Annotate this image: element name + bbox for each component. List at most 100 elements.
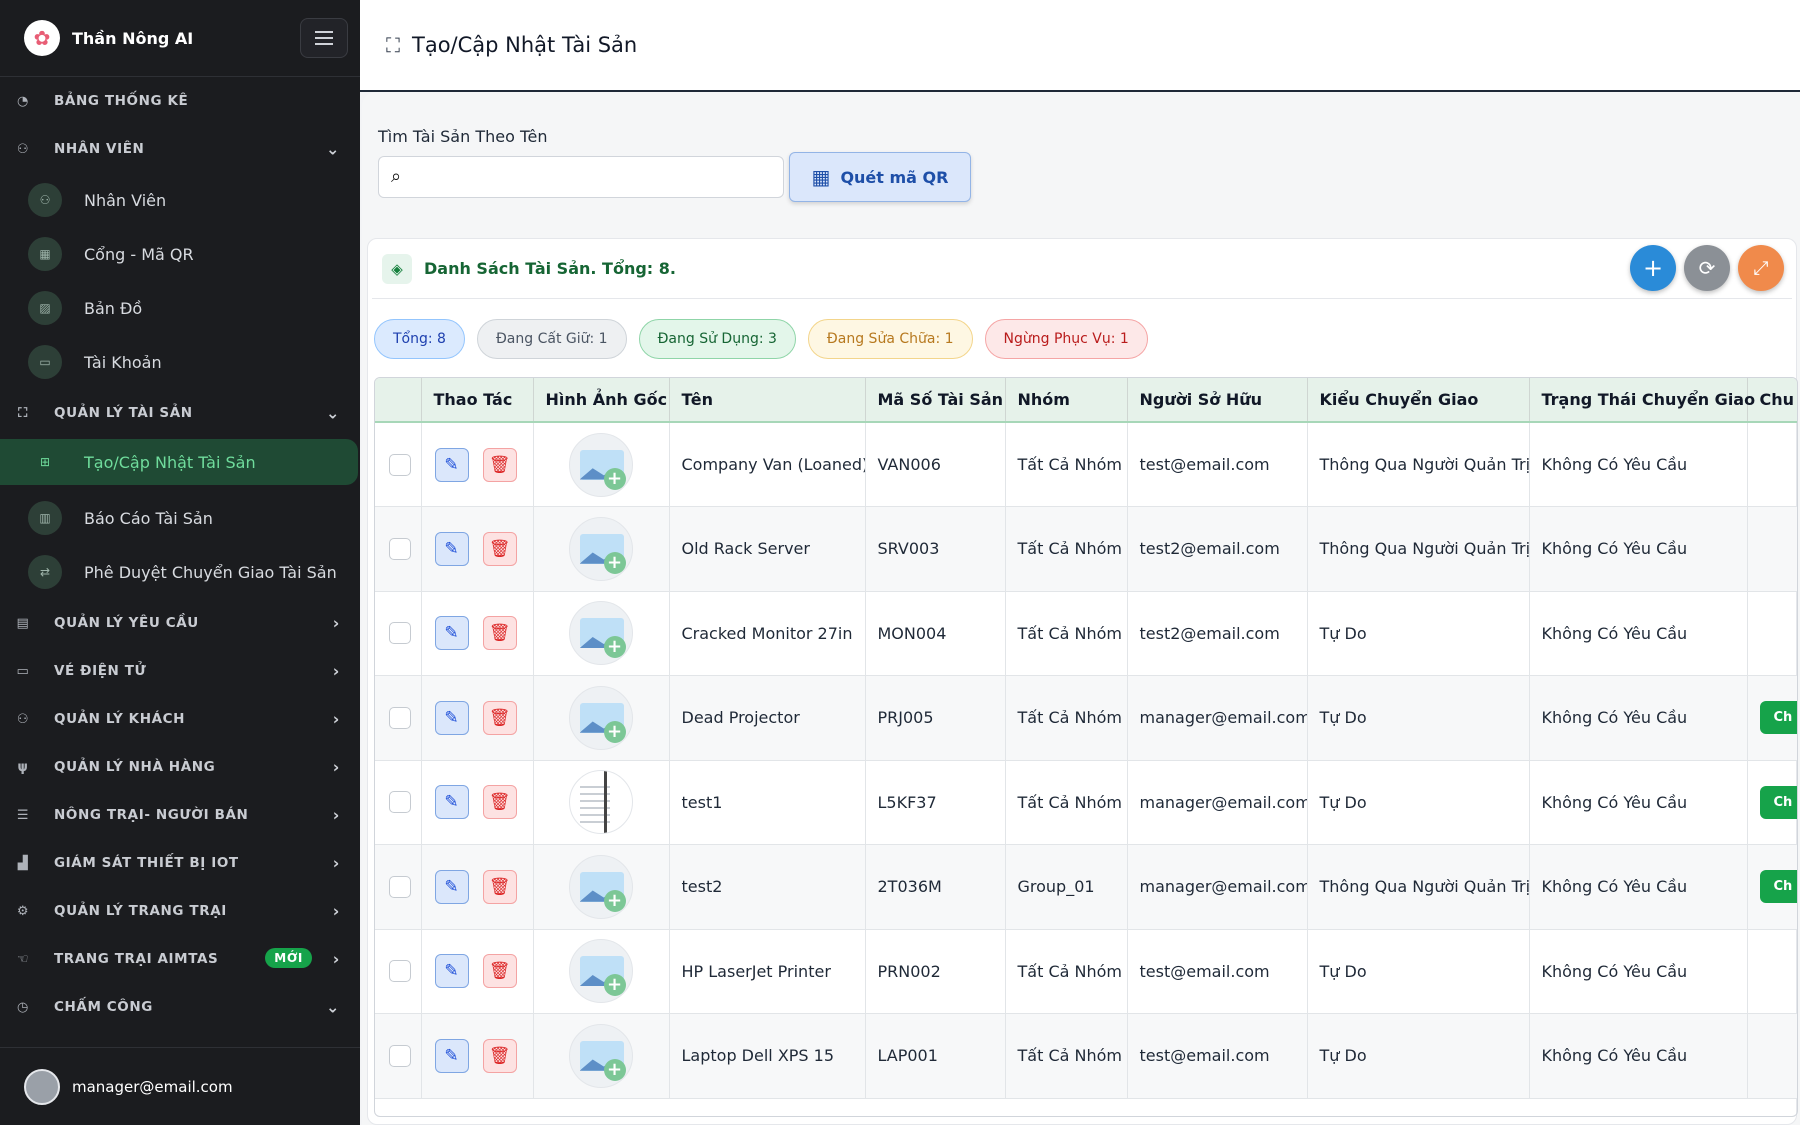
row-checkbox[interactable] [389, 622, 411, 645]
sidebar-section[interactable]: ▤ QUẢN LÝ YÊU CẦU › [0, 599, 360, 647]
sidebar-item[interactable]: ▭ Tài Khoản [0, 335, 360, 389]
search-input[interactable]: ⌕ [378, 156, 784, 198]
asset-image-placeholder[interactable]: + [568, 516, 633, 581]
user-profile[interactable]: manager@email.com [0, 1047, 360, 1125]
asset-image-placeholder[interactable]: + [568, 432, 633, 497]
image-cell [533, 760, 670, 845]
sidebar-item[interactable]: ▨ Bản Đồ [0, 281, 360, 335]
delete-button[interactable]: 🗑 [482, 447, 517, 482]
image-cell: + [533, 506, 670, 592]
asset-owner: manager@email.com [1127, 760, 1308, 845]
sidebar-item[interactable]: ▦ Cổng - Mã QR [0, 227, 360, 281]
delete-button[interactable]: 🗑 [482, 531, 517, 566]
edit-button[interactable]: ✎ [434, 447, 469, 482]
table-row[interactable]: ✎ 🗑 + Dead Projector PRJ005 Tất Cả Nhóm manage… [375, 675, 1797, 761]
delete-button[interactable]: 🗑 [482, 1038, 517, 1073]
asset-code: PRN002 [865, 929, 1006, 1014]
sidebar-section[interactable]: ⚇ NHÂN VIÊN ⌄ [0, 125, 360, 173]
table-row[interactable]: ✎ 🗑 + Laptop Dell XPS 15 LAP001 Tất Cả Nhóm te… [375, 1013, 1797, 1099]
sidebar-section[interactable]: ◔ BẢNG THỐNG KÊ [0, 77, 360, 125]
add-asset-button[interactable]: + [1630, 245, 1676, 291]
row-checkbox[interactable] [389, 706, 411, 729]
expand-button[interactable]: ⤢ [1738, 245, 1784, 291]
transfer-type: Tự Do [1307, 929, 1530, 1014]
add-image-icon: + [603, 720, 626, 743]
delete-button[interactable]: 🗑 [482, 700, 517, 735]
status-filter-pill[interactable]: Đang Sử Dụng: 3 [638, 319, 796, 359]
edit-button[interactable]: ✎ [434, 869, 469, 904]
row-checkbox[interactable] [389, 960, 411, 983]
sidebar-section-label: NHÂN VIÊN [54, 141, 145, 157]
sidebar-item-label: Bản Đồ [84, 298, 143, 318]
edit-button[interactable]: ✎ [434, 616, 469, 651]
row-checkbox[interactable] [389, 875, 411, 898]
select-cell [375, 929, 422, 1014]
status-filter-pill[interactable]: Ngừng Phục Vụ: 1 [984, 319, 1148, 359]
delete-button[interactable]: 🗑 [482, 954, 517, 989]
table-row[interactable]: ✎ 🗑 + HP LaserJet Printer PRN002 Tất Cả Nhóm t… [375, 929, 1797, 1014]
sidebar-section[interactable]: ▟ GIÁM SÁT THIẾT BỊ IOT › [0, 839, 360, 887]
sidebar-section[interactable]: ▭ VÉ ĐIỆN TỬ › [0, 647, 360, 695]
asset-image-placeholder[interactable]: + [568, 854, 633, 919]
edit-button[interactable]: ✎ [434, 954, 469, 989]
asset-image-placeholder[interactable]: + [568, 685, 633, 750]
actions-cell: ✎ 🗑 [421, 1013, 534, 1099]
table-row[interactable]: ✎ 🗑 test1 L5KF37 Tất Cả Nhóm manager@email.co… [375, 760, 1797, 845]
asset-image-placeholder[interactable]: + [568, 939, 633, 1004]
status-filter-pill[interactable]: Đang Cất Giữ: 1 [476, 319, 627, 359]
asset-image-placeholder[interactable]: + [568, 1023, 633, 1088]
delete-button[interactable]: 🗑 [482, 616, 517, 651]
status-filter-pill[interactable]: Đang Sửa Chữa: 1 [807, 319, 973, 359]
status-filter-pill[interactable]: Tổng: 8 [374, 319, 465, 359]
delete-button[interactable]: 🗑 [482, 785, 517, 820]
sidebar-section[interactable]: ⛶ QUẢN LÝ TÀI SẢN ⌄ [0, 389, 360, 437]
edit-button[interactable]: ✎ [434, 700, 469, 735]
edit-button[interactable]: ✎ [434, 1038, 469, 1073]
sidebar-section[interactable]: ⚙ QUẢN LÝ TRANG TRẠI › [0, 887, 360, 935]
edit-button[interactable]: ✎ [434, 785, 469, 820]
sidebar-item[interactable]: ⊞ Tạo/Cập Nhật Tài Sản [0, 439, 358, 485]
row-checkbox[interactable] [389, 537, 411, 560]
trash-icon: 🗑 [488, 454, 511, 475]
extra-cell [1747, 506, 1797, 592]
edit-button[interactable]: ✎ [434, 531, 469, 566]
sidebar-section[interactable]: ◷ CHẤM CÔNG ⌄ [0, 983, 360, 1031]
avatar [24, 1068, 60, 1105]
add-image-icon: + [603, 1058, 626, 1081]
hamburger-menu-button[interactable] [300, 18, 348, 58]
delete-button[interactable]: 🗑 [482, 869, 517, 904]
row-checkbox[interactable] [389, 453, 411, 476]
table-row[interactable]: ✎ 🗑 + Company Van (Loaned) VAN006 Tất Cả Nhóm… [375, 422, 1797, 507]
refresh-button[interactable]: ⟳ [1684, 245, 1730, 291]
table-row[interactable]: ✎ 🗑 + test2 2T036M Group_01 manager@email.com T… [375, 844, 1797, 930]
status-chip[interactable]: Ch [1759, 870, 1797, 904]
column-header: Thao Tác [421, 378, 534, 423]
status-chip[interactable]: Ch [1759, 701, 1797, 735]
sidebar-item[interactable]: ▥ Báo Cáo Tài Sản [0, 491, 360, 545]
extra-cell: Ch [1747, 675, 1797, 761]
transfer-type: Tự Do [1307, 1013, 1530, 1099]
asset-name: HP LaserJet Printer [669, 929, 866, 1014]
table-row[interactable]: ✎ 🗑 + Old Rack Server SRV003 Tất Cả Nhóm test2… [375, 506, 1797, 592]
sidebar-section[interactable]: ⚇ QUẢN LÝ KHÁCH › [0, 695, 360, 743]
sidebar-section[interactable]: ψ QUẢN LÝ NHÀ HÀNG › [0, 743, 360, 791]
sidebar-section-label: BẢNG THỐNG KÊ [54, 93, 189, 109]
sidebar-item[interactable]: ⇄ Phê Duyệt Chuyển Giao Tài Sản [0, 545, 360, 599]
edit-icon: ✎ [444, 876, 459, 897]
sidebar-section[interactable]: ☰ NÔNG TRẠI- NGƯỜI BÁN › [0, 791, 360, 839]
status-chip[interactable]: Ch [1759, 785, 1797, 819]
table-row[interactable]: ✎ 🗑 + Cracked Monitor 27in MON004 Tất Cả Nhóm… [375, 591, 1797, 676]
sidebar-section[interactable]: ☜ TRANG TRẠI AIMTAS › MỚI [0, 935, 360, 983]
add-image-icon: + [603, 889, 626, 912]
asset-list-card: ◈ Danh Sách Tài Sản. Tổng: 8. + ⟳ ⤢ Tổng… [367, 238, 1798, 1125]
row-checkbox[interactable] [389, 791, 411, 814]
asset-image-placeholder[interactable]: + [568, 601, 633, 666]
asset-image[interactable] [568, 770, 633, 835]
sidebar-item[interactable]: ⚇ Nhân Viên [0, 173, 360, 227]
select-cell [375, 844, 422, 930]
transfer-type: Thông Qua Người Quản Trị [1307, 506, 1530, 592]
row-actions: ✎ 🗑 [434, 785, 533, 820]
asset-icon: ⛶ [386, 33, 400, 57]
row-checkbox[interactable] [389, 1044, 411, 1067]
scan-qr-button[interactable]: ▦ Quét mã QR [789, 152, 971, 202]
